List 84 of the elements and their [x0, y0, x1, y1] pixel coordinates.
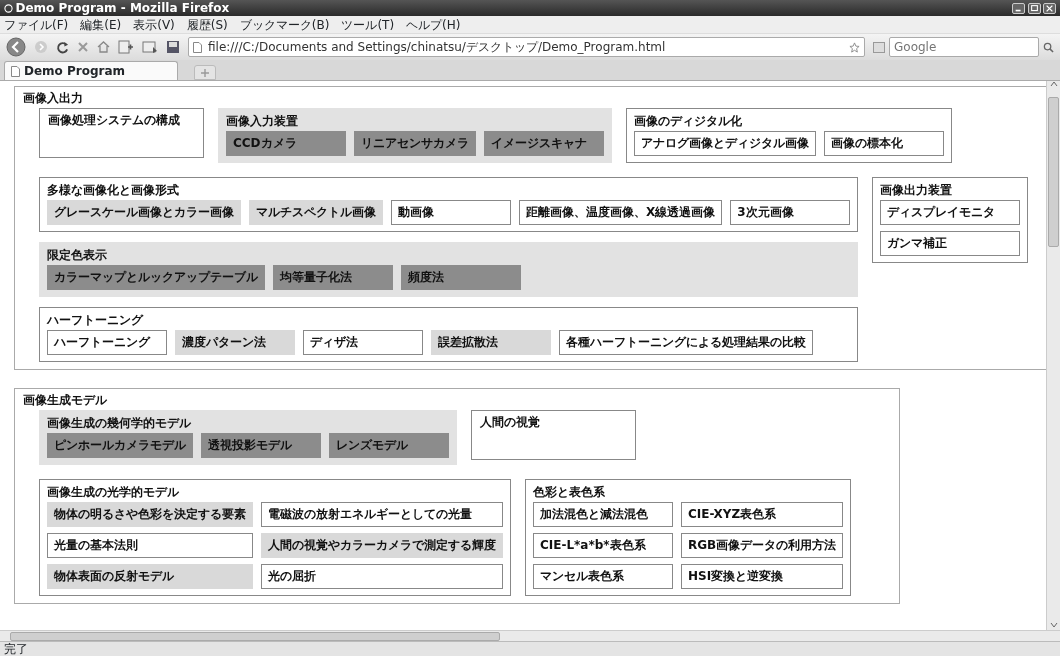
scroll-down-icon[interactable] — [1049, 621, 1058, 628]
menu-item[interactable]: 履歴(S) — [186, 16, 228, 33]
group-title: 色彩と表色系 — [533, 485, 605, 500]
group-title: 画像生成の幾何学的モデル — [47, 416, 191, 431]
group-title: 限定色表示 — [47, 248, 107, 263]
topic-item[interactable]: レンズモデル — [329, 433, 449, 458]
topic-item[interactable]: 加法混色と減法混色 — [533, 502, 673, 527]
topic-item[interactable]: ピンホールカメラモデル — [47, 433, 193, 458]
search-engine-icon[interactable] — [873, 41, 885, 53]
search-field[interactable]: Google — [889, 37, 1039, 57]
menu-item[interactable]: ツール(T) — [341, 16, 395, 33]
group-title: 画像出力装置 — [880, 183, 953, 198]
menu-item[interactable]: ブックマーク(B) — [239, 16, 330, 33]
topic-box[interactable]: 人間の視覚 — [471, 410, 636, 460]
status-text: 完了 — [4, 642, 28, 656]
group-title: 画像入力装置 — [226, 114, 298, 129]
topic-item[interactable]: 均等量子化法 — [273, 265, 393, 290]
page-icon — [11, 65, 20, 77]
url-text: file:///C:/Documents and Settings/chinatsu/デスクトップ/Demo_Program.html — [208, 39, 666, 56]
topic-item[interactable]: リニアセンサカメラ — [354, 131, 476, 156]
bookmark-page-icon[interactable] — [118, 40, 134, 54]
save-icon[interactable] — [166, 40, 180, 54]
topic-item[interactable]: 濃度パターン法 — [175, 330, 295, 355]
topic-item[interactable]: ディザ法 — [303, 330, 423, 355]
topic-item[interactable]: ガンマ補正 — [880, 231, 1021, 256]
scrollbar-thumb[interactable] — [10, 631, 500, 641]
topic-item[interactable]: 各種ハーフトーニングによる処理結果の比較 — [559, 330, 813, 355]
menu-item[interactable]: 表示(V) — [133, 16, 175, 33]
back-button[interactable] — [6, 37, 26, 57]
topic-item[interactable]: ディスプレイモニタ — [880, 200, 1021, 225]
topic-item[interactable]: CIE-L*a*b*表色系 — [533, 533, 673, 558]
group-title: 多様な画像化と画像形式 — [47, 183, 179, 198]
topic-item[interactable]: RGB画像データの利用方法 — [681, 533, 844, 558]
horizontal-scrollbar[interactable] — [0, 630, 1060, 641]
minimize-button[interactable] — [1012, 2, 1025, 14]
reload-icon[interactable] — [56, 40, 69, 54]
page-icon — [193, 41, 202, 53]
topic-item[interactable]: HSI変換と逆変換 — [681, 564, 844, 589]
download-icon[interactable] — [142, 40, 158, 54]
topic-item[interactable]: 電磁波の放射エネルギーとしての光量 — [261, 502, 503, 527]
plus-icon — [201, 68, 209, 77]
topic-item[interactable]: 光量の基本法則 — [47, 533, 253, 558]
scrollbar-thumb[interactable] — [1048, 97, 1059, 247]
topic-item[interactable]: 画像の標本化 — [824, 131, 944, 156]
group-title: 画像のディジタル化 — [634, 114, 742, 129]
topic-item[interactable]: グレースケール画像とカラー画像 — [47, 200, 241, 225]
home-icon[interactable] — [97, 41, 110, 53]
topic-item[interactable]: ハーフトーニング — [47, 330, 167, 355]
close-button[interactable] — [1043, 2, 1056, 14]
topic-item[interactable]: 頻度法 — [401, 265, 521, 290]
topic-item[interactable]: CIE-XYZ表色系 — [681, 502, 844, 527]
topic-item[interactable]: イメージスキャナ — [484, 131, 604, 156]
topic-item[interactable]: マルチスペクトル画像 — [249, 200, 383, 225]
maximize-button[interactable] — [1027, 2, 1041, 14]
group-title: 画像生成の光学的モデル — [47, 485, 179, 500]
vertical-scrollbar[interactable] — [1046, 81, 1060, 630]
menu-item[interactable]: ヘルプ(H) — [406, 16, 461, 33]
topic-item[interactable]: 光の屈折 — [261, 564, 503, 589]
topic-item[interactable]: 人間の視覚やカラーカメラで測定する輝度 — [261, 533, 503, 558]
star-icon[interactable] — [849, 41, 860, 53]
topic-box[interactable]: 画像処理システムの構成 — [39, 108, 204, 158]
stop-icon[interactable] — [77, 41, 89, 53]
menu-item[interactable]: ファイル(F) — [4, 16, 69, 33]
topic-item[interactable]: 動画像 — [391, 200, 511, 225]
topic-item[interactable]: 透視投影モデル — [201, 433, 321, 458]
menu-item[interactable]: 編集(E) — [80, 16, 122, 33]
address-bar[interactable]: file:///C:/Documents and Settings/chinatsu/デスクトップ/Demo_Program.html — [188, 37, 865, 57]
topic-item[interactable]: アナログ画像とディジタル画像 — [634, 131, 816, 156]
topic-item[interactable]: 物体の明るさや色彩を決定する要素 — [47, 502, 253, 527]
section-title: 画像入出力 — [23, 91, 83, 106]
group-title: ハーフトーニング — [47, 313, 143, 328]
topic-item[interactable]: 物体表面の反射モデル — [47, 564, 253, 589]
search-icon[interactable] — [1043, 41, 1054, 53]
globe-icon — [4, 3, 13, 13]
topic-item[interactable]: 距離画像、温度画像、X線透過画像 — [519, 200, 723, 225]
window-title: Demo Program - Mozilla Firefox — [15, 0, 230, 16]
section-title: 画像生成モデル — [23, 393, 107, 408]
topic-item[interactable]: CCDカメラ — [226, 131, 346, 156]
browser-tab[interactable]: Demo Program — [4, 61, 178, 80]
topic-item[interactable]: 3次元画像 — [730, 200, 851, 225]
topic-item[interactable]: マンセル表色系 — [533, 564, 673, 589]
scroll-up-icon[interactable] — [1049, 81, 1058, 87]
topic-item[interactable]: 誤差拡散法 — [431, 330, 551, 355]
topic-item[interactable]: カラーマップとルックアップテーブル — [47, 265, 265, 290]
